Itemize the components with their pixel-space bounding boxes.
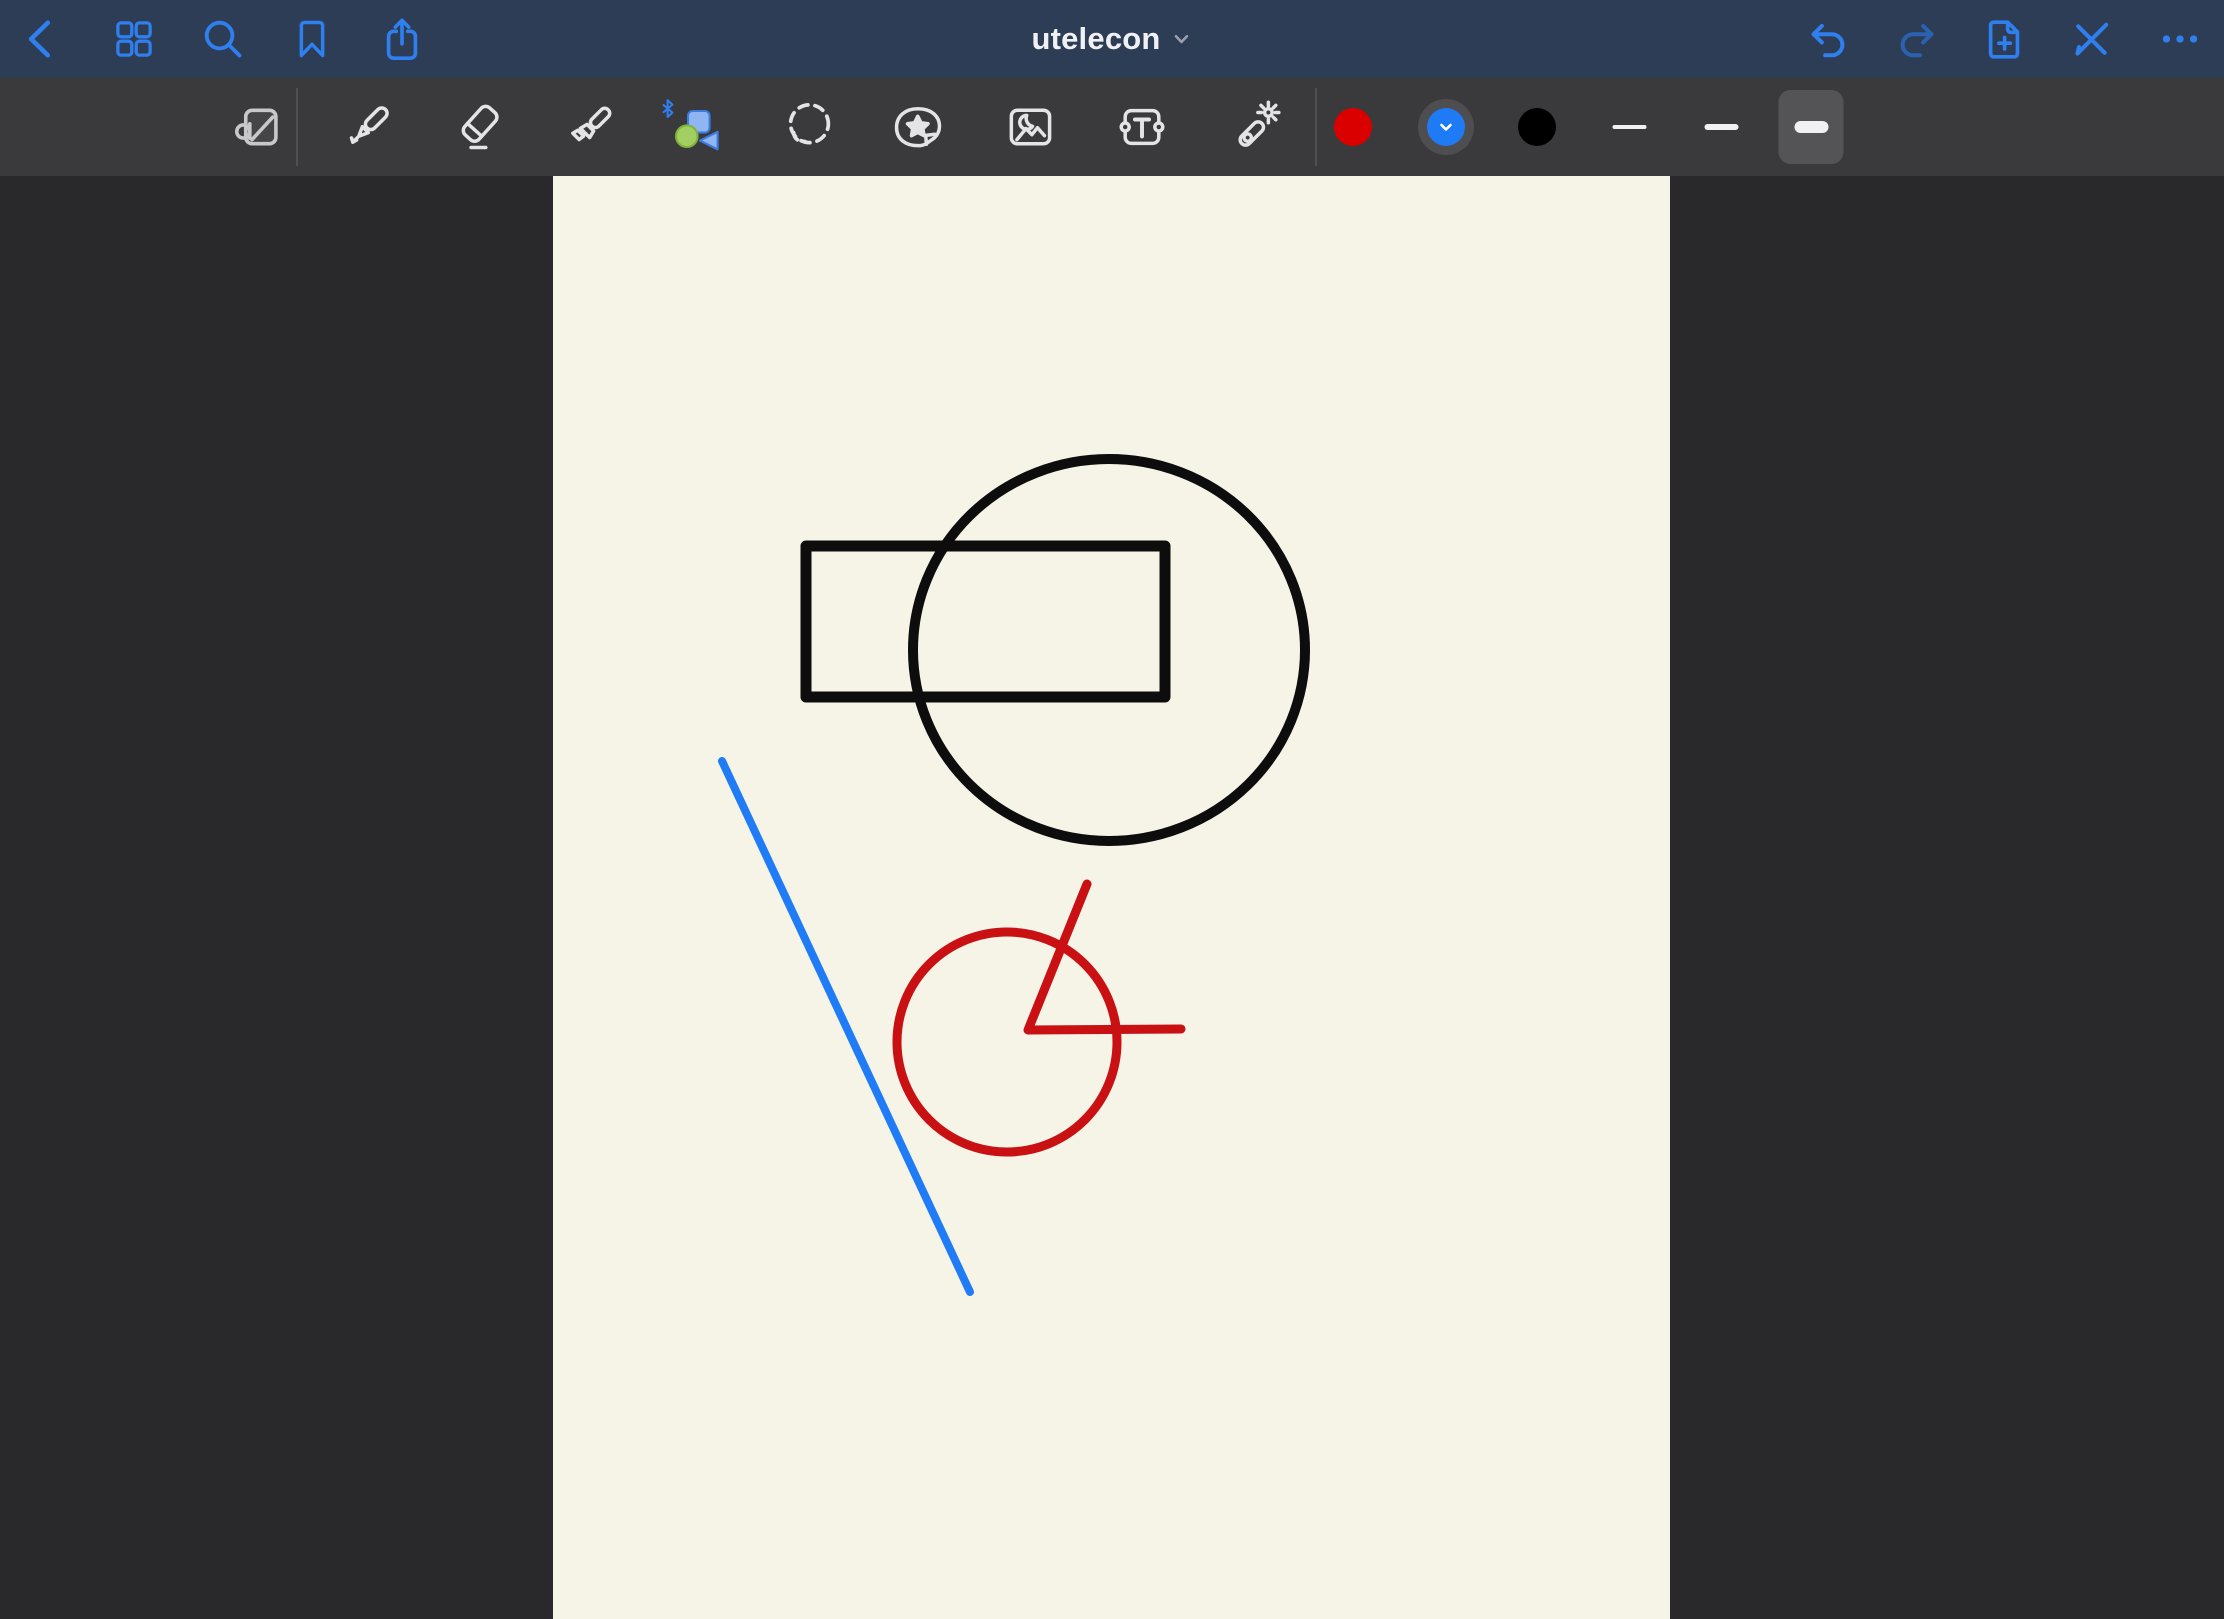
bookmark-icon xyxy=(290,17,334,61)
page-preview-tool[interactable] xyxy=(221,91,293,163)
redo-button[interactable] xyxy=(1885,7,1949,71)
ellipsis-icon xyxy=(2158,17,2202,61)
thumbnails-grid-icon xyxy=(112,17,156,61)
shape-circle xyxy=(676,125,698,147)
image-icon xyxy=(1002,99,1058,155)
thick-stroke-sample xyxy=(1794,121,1828,133)
search-icon xyxy=(200,16,246,62)
medium-stroke-sample xyxy=(1704,124,1738,130)
tool-bar xyxy=(0,78,2224,176)
color-swatch-red[interactable] xyxy=(1334,108,1372,146)
lasso-tool[interactable] xyxy=(773,91,845,163)
color-swatch-black[interactable] xyxy=(1518,108,1556,146)
share-icon xyxy=(379,16,425,62)
highlighter-tool[interactable] xyxy=(555,91,627,163)
text-tool[interactable] xyxy=(1106,91,1178,163)
eraser-tool[interactable] xyxy=(443,91,515,163)
page-thumbnails-button[interactable] xyxy=(102,7,166,71)
page-preview-icon xyxy=(230,100,284,154)
pen-cross-icon xyxy=(2069,16,2115,62)
add-page-button[interactable] xyxy=(1973,7,2037,71)
elements-tool[interactable] xyxy=(882,91,954,163)
eraser-icon xyxy=(451,99,507,155)
navigation-bar: utelecon xyxy=(0,0,2224,78)
chevron-back-icon xyxy=(20,16,66,62)
lasso-icon xyxy=(781,99,837,155)
redo-icon xyxy=(1894,16,1940,62)
pen-icon xyxy=(340,99,396,155)
laser-pointer-icon xyxy=(1228,99,1284,155)
share-button[interactable] xyxy=(370,7,434,71)
document-title: utelecon xyxy=(1031,21,1160,57)
notebook-page[interactable] xyxy=(553,176,1670,1619)
toolbar-divider xyxy=(296,88,298,166)
highlighter-icon xyxy=(563,99,619,155)
search-button[interactable] xyxy=(191,7,255,71)
stroke-width-thick[interactable] xyxy=(1779,90,1844,164)
shapes-tool-icon xyxy=(660,90,732,164)
bookmark-button[interactable] xyxy=(280,7,344,71)
canvas-area xyxy=(0,176,2224,1619)
chevron-down-icon xyxy=(1171,28,1193,50)
add-page-icon xyxy=(1982,16,2028,62)
stop-editing-button[interactable] xyxy=(2060,7,2124,71)
color-swatch-blue[interactable] xyxy=(1427,108,1465,146)
shape-triangle xyxy=(700,132,718,150)
text-icon xyxy=(1114,99,1170,155)
undo-icon xyxy=(1805,16,1851,62)
thin-stroke-sample xyxy=(1612,125,1646,129)
bluetooth-icon xyxy=(664,100,673,117)
undo-button[interactable] xyxy=(1796,7,1860,71)
laser-pointer-tool[interactable] xyxy=(1220,91,1292,163)
document-title-dropdown[interactable]: utelecon xyxy=(1031,21,1192,57)
stroke-width-thin[interactable] xyxy=(1597,90,1662,164)
back-button[interactable] xyxy=(11,7,75,71)
elements-sticker-icon xyxy=(890,99,946,155)
shapes-tool[interactable] xyxy=(660,91,732,163)
image-tool[interactable] xyxy=(994,91,1066,163)
selected-color-chevron-icon xyxy=(1438,119,1454,135)
pen-tool[interactable] xyxy=(332,91,404,163)
stroke-width-medium[interactable] xyxy=(1689,90,1754,164)
more-options-button[interactable] xyxy=(2148,7,2212,71)
toolbar-divider xyxy=(1315,88,1317,166)
